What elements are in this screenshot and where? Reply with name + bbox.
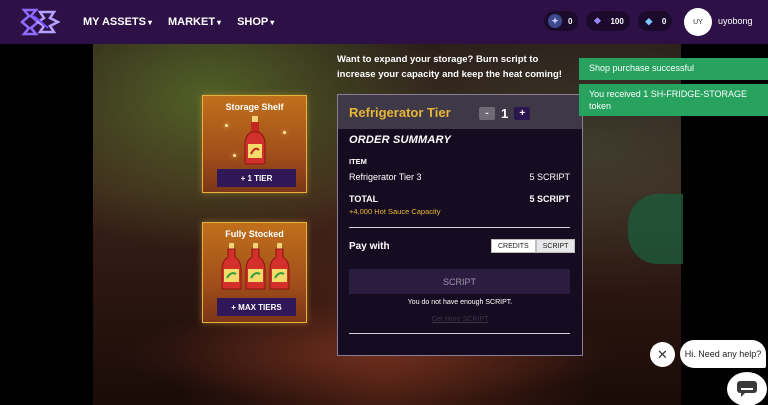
quantity-value: 1 [501,106,509,121]
card-title: Storage Shelf [225,102,284,112]
storage-description: Want to expand your storage? Burn script… [337,54,562,80]
insufficient-funds-message: You do not have enough SCRIPT. [407,299,513,306]
ticket-icon: ❖ [593,15,602,26]
username[interactable]: uyobong [718,16,753,26]
close-help-button[interactable]: ✕ [650,342,675,367]
total-label: TOTAL [349,194,379,204]
help-bubble[interactable]: Hi. Need any help? [680,340,766,368]
hot-sauce-bottles-icon [221,243,290,290]
order-summary-heading: ORDER SUMMARY [349,134,452,146]
brand-logo-icon[interactable] [20,6,60,38]
increase-quantity-button[interactable]: + [514,107,531,120]
nav-shop[interactable]: SHOP ▾ [237,16,274,28]
background-table [628,194,683,264]
stat-star-coins[interactable]: ✦ 0 [544,11,579,31]
order-panel: Refrigerator Tier - 1 + ORDER SUMMARY IT… [337,94,583,356]
sparkle-icon [283,131,286,134]
capacity-bonus: +4,000 Hot Sauce Capacity [349,207,441,216]
fully-stocked-card[interactable]: Fully Stocked + MAX TIERS [202,222,307,323]
chevron-down-icon: ▾ [217,17,222,27]
chevron-down-icon: ▾ [270,17,275,27]
card-title: Fully Stocked [225,229,284,239]
toast-token-received[interactable]: You received 1 SH-FRIDGE-STORAGE token [579,84,768,116]
get-more-script-link[interactable]: Get More SCRIPT [338,316,582,323]
decrease-quantity-button[interactable]: - [479,107,495,120]
nav-my-assets[interactable]: MY ASSETS ▾ [83,16,152,28]
add-one-tier-button[interactable]: + 1 TIER [217,169,296,187]
toast-purchase-success[interactable]: Shop purchase successful [579,58,768,80]
payment-method-toggle: CREDITS SCRIPT [491,239,576,253]
item-price: 5 SCRIPT [529,172,570,182]
pay-script-option[interactable]: SCRIPT [535,239,576,253]
stat-tickets[interactable]: ❖ 100 [586,11,630,31]
total-price: 5 SCRIPT [529,194,570,204]
chat-launcher-button[interactable] [727,372,767,405]
avatar[interactable]: UY [684,8,712,36]
divider [349,227,570,228]
gem-icon: ◆ [645,15,653,26]
star-coin-icon: ✦ [548,14,562,28]
tier-title: Refrigerator Tier [349,105,451,120]
item-name: Refrigerator Tier 3 [349,172,422,182]
pay-credits-option[interactable]: CREDITS [491,239,536,253]
storage-shelf-card[interactable]: Storage Shelf + 1 TIER [202,95,307,193]
quantity-stepper: - 1 + [479,106,531,121]
nav-market[interactable]: MARKET ▾ [168,16,221,28]
chevron-down-icon: ▾ [147,17,152,27]
sparkle-icon [233,154,236,157]
stat-gems[interactable]: ◆ 0 [637,11,673,31]
buy-with-script-button[interactable]: SCRIPT [349,269,570,294]
add-max-tiers-button[interactable]: + MAX TIERS [217,298,296,316]
hot-sauce-bottle-icon [244,116,266,165]
pay-with-label: Pay with [349,241,390,252]
top-nav: MY ASSETS ▾ MARKET ▾ SHOP ▾ ✦ 0 ❖ 100 ◆ 0 U… [0,0,768,44]
sparkle-icon [225,124,228,127]
divider [349,333,570,334]
chat-icon [737,381,757,397]
item-label: ITEM [349,157,367,166]
order-panel-header: Refrigerator Tier - 1 + [338,95,582,129]
